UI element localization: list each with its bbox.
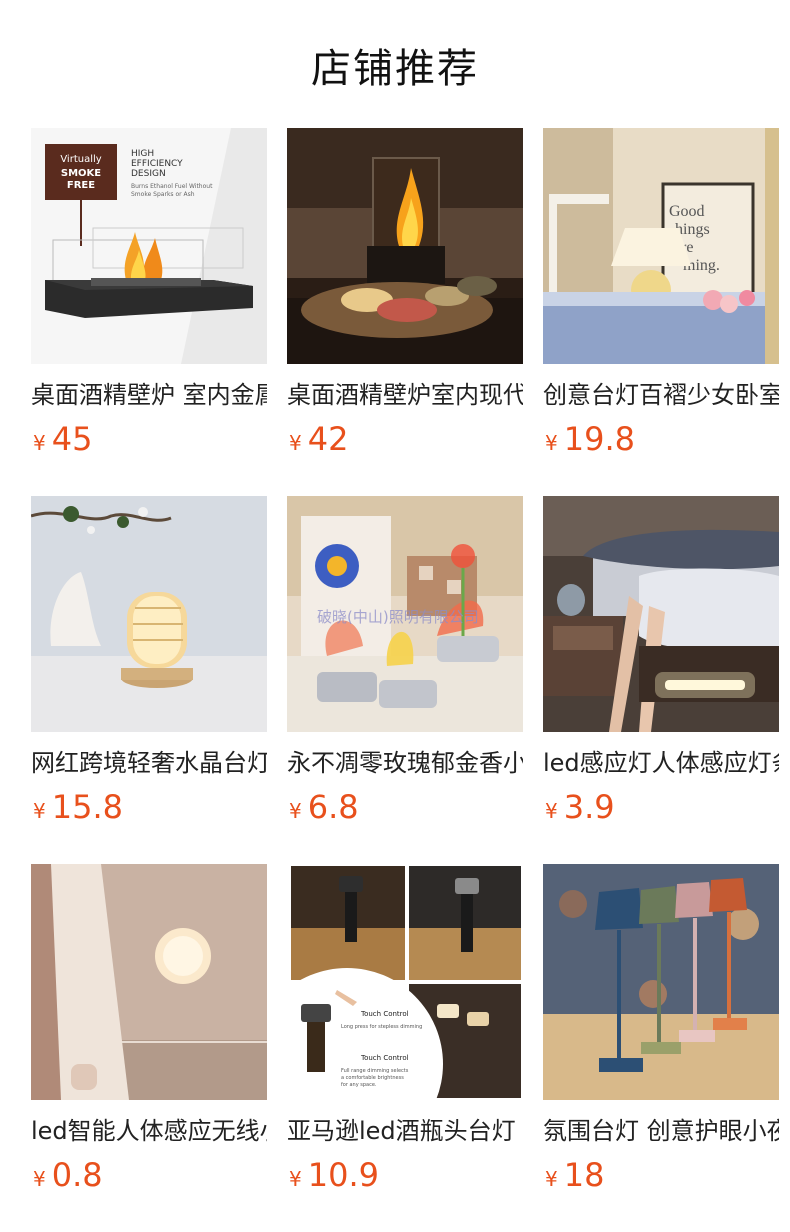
price-value: 10.9 [307, 1156, 379, 1194]
product-name[interactable]: led感应灯人体感应灯条 [543, 746, 779, 780]
product-price: ¥10.9 [289, 1156, 379, 1194]
product-name[interactable]: 氛围台灯 创意护眼小夜灯 [543, 1114, 779, 1148]
product-price: ¥6.8 [289, 788, 359, 826]
image-watermark: 破晓(中山)照明有限公司 [317, 608, 479, 626]
product-image[interactable]: 破晓(中山)照明有限公司 [287, 496, 523, 732]
product-price: ¥45 [33, 420, 92, 458]
svg-text:Burns Ethanol Fuel Without: Burns Ethanol Fuel Without [131, 183, 213, 190]
svg-text:Virtually: Virtually [60, 154, 101, 165]
product-name[interactable]: led智能人体感应无线小夜灯 [31, 1114, 267, 1148]
currency-symbol: ¥ [545, 431, 558, 455]
svg-text:Touch Control: Touch Control [360, 1054, 409, 1062]
currency-symbol: ¥ [33, 799, 46, 823]
currency-symbol: ¥ [545, 1167, 558, 1191]
product-name[interactable]: 桌面酒精壁炉室内现代简约 [287, 378, 523, 412]
product-image[interactable] [543, 864, 779, 1100]
product-image[interactable] [543, 496, 779, 732]
product-image[interactable]: Virtually SMOKE FREE HIGH EFFICIENCY DES… [31, 128, 267, 364]
product-image[interactable] [31, 496, 267, 732]
product-name[interactable]: 桌面酒精壁炉 室内金属无烟生物乙醇壁炉 [31, 378, 267, 412]
currency-symbol: ¥ [289, 1167, 302, 1191]
price-value: 15.8 [51, 788, 123, 826]
product-image[interactable] [31, 864, 267, 1100]
svg-text:Full range dimming selects: Full range dimming selects [341, 1068, 409, 1074]
product-image[interactable]: Good hings re ming. [543, 128, 779, 364]
product-name[interactable]: 创意台灯百褶少女卧室床头灯 [543, 378, 779, 412]
currency-symbol: ¥ [33, 1167, 46, 1191]
product-price: ¥15.8 [33, 788, 123, 826]
svg-text:Long press for stepless dimmin: Long press for stepless dimming [341, 1024, 422, 1030]
svg-text:HIGH: HIGH [131, 149, 154, 159]
page-title: 店铺推荐 [311, 46, 479, 92]
price-value: 3.9 [563, 788, 615, 826]
product-price: ¥19.8 [545, 420, 635, 458]
product-image[interactable]: Touch Control Long press for stepless di… [287, 864, 523, 1100]
product-price: ¥0.8 [33, 1156, 103, 1194]
product-price: ¥18 [545, 1156, 604, 1194]
svg-text:FREE: FREE [67, 180, 95, 191]
product-image[interactable] [287, 128, 523, 364]
svg-text:DESIGN: DESIGN [131, 169, 166, 179]
product-name[interactable]: 亚马逊led酒瓶头台灯 [287, 1114, 523, 1148]
svg-text:Smoke Sparks or Ash: Smoke Sparks or Ash [131, 191, 195, 198]
svg-text:EFFICIENCY: EFFICIENCY [131, 159, 183, 169]
currency-symbol: ¥ [289, 431, 302, 455]
currency-symbol: ¥ [289, 799, 302, 823]
currency-symbol: ¥ [545, 799, 558, 823]
product-name[interactable]: 永不凋零玫瑰郁金香小夜灯 [287, 746, 523, 780]
price-value: 19.8 [563, 420, 635, 458]
product-price: ¥42 [289, 420, 348, 458]
price-value: 0.8 [51, 1156, 103, 1194]
product-name[interactable]: 网红跨境轻奢水晶台灯卧室 [31, 746, 267, 780]
svg-text:Touch Control: Touch Control [360, 1010, 409, 1018]
svg-text:Good: Good [669, 203, 705, 220]
svg-text:a comfortable brightness: a comfortable brightness [341, 1075, 404, 1081]
product-price: ¥3.9 [545, 788, 615, 826]
price-value: 6.8 [307, 788, 359, 826]
price-value: 45 [51, 420, 93, 458]
currency-symbol: ¥ [33, 431, 46, 455]
price-value: 42 [307, 420, 349, 458]
price-value: 18 [563, 1156, 605, 1194]
svg-text:SMOKE: SMOKE [61, 168, 101, 179]
svg-text:for any space.: for any space. [341, 1082, 377, 1088]
